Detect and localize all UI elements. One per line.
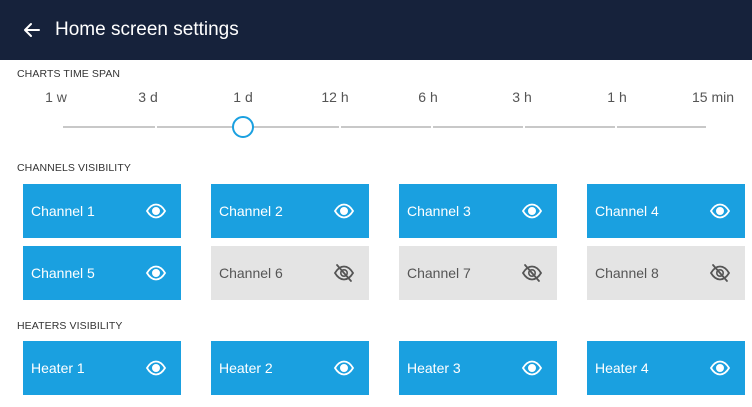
time-span-option[interactable]: 12 h — [305, 89, 365, 105]
eye-off-icon[interactable] — [709, 263, 731, 283]
time-span-slider-track[interactable] — [63, 126, 706, 128]
time-span-option[interactable]: 6 h — [398, 89, 458, 105]
time-span-slider-thumb[interactable] — [232, 116, 254, 138]
time-span-option[interactable]: 3 h — [492, 89, 552, 105]
eye-icon[interactable] — [333, 201, 355, 221]
channel-tile[interactable]: Channel 1 — [23, 184, 181, 238]
channel-tile[interactable]: Channel 4 — [587, 184, 745, 238]
slider-tick — [615, 125, 617, 129]
heaters-visibility-label: HEATERS VISIBILITY — [17, 320, 123, 332]
eye-icon[interactable] — [145, 201, 167, 221]
arrow-left-icon[interactable] — [22, 20, 42, 40]
heater-tile[interactable]: Heater 2 — [211, 341, 369, 395]
eye-off-icon[interactable] — [521, 263, 543, 283]
eye-icon[interactable] — [333, 358, 355, 378]
slider-tick — [155, 125, 157, 129]
channel-tile[interactable]: Channel 5 — [23, 246, 181, 300]
eye-off-icon[interactable] — [333, 263, 355, 283]
slider-tick — [339, 125, 341, 129]
channel-tile[interactable]: Channel 6 — [211, 246, 369, 300]
time-span-option[interactable]: 15 min — [683, 89, 743, 105]
channel-tile[interactable]: Channel 2 — [211, 184, 369, 238]
heater-tile[interactable]: Heater 4 — [587, 341, 745, 395]
slider-tick — [431, 125, 433, 129]
channel-tile[interactable]: Channel 7 — [399, 246, 557, 300]
time-span-label: CHARTS TIME SPAN — [17, 68, 121, 80]
eye-icon[interactable] — [709, 358, 731, 378]
heater-tile[interactable]: Heater 1 — [23, 341, 181, 395]
time-span-option[interactable]: 3 d — [118, 89, 178, 105]
time-span-option[interactable]: 1 w — [26, 89, 86, 105]
heater-tile[interactable]: Heater 3 — [399, 341, 557, 395]
slider-tick — [523, 125, 525, 129]
page-title: Home screen settings — [55, 19, 239, 40]
eye-icon[interactable] — [145, 358, 167, 378]
channel-tile[interactable]: Channel 3 — [399, 184, 557, 238]
channels-visibility-label: CHANNELS VISIBILITY — [17, 162, 131, 174]
eye-icon[interactable] — [145, 263, 167, 283]
app-header: Home screen settings — [0, 0, 752, 60]
time-span-option[interactable]: 1 d — [213, 89, 273, 105]
eye-icon[interactable] — [521, 201, 543, 221]
time-span-option[interactable]: 1 h — [587, 89, 647, 105]
eye-icon[interactable] — [709, 201, 731, 221]
channel-tile[interactable]: Channel 8 — [587, 246, 745, 300]
eye-icon[interactable] — [521, 358, 543, 378]
